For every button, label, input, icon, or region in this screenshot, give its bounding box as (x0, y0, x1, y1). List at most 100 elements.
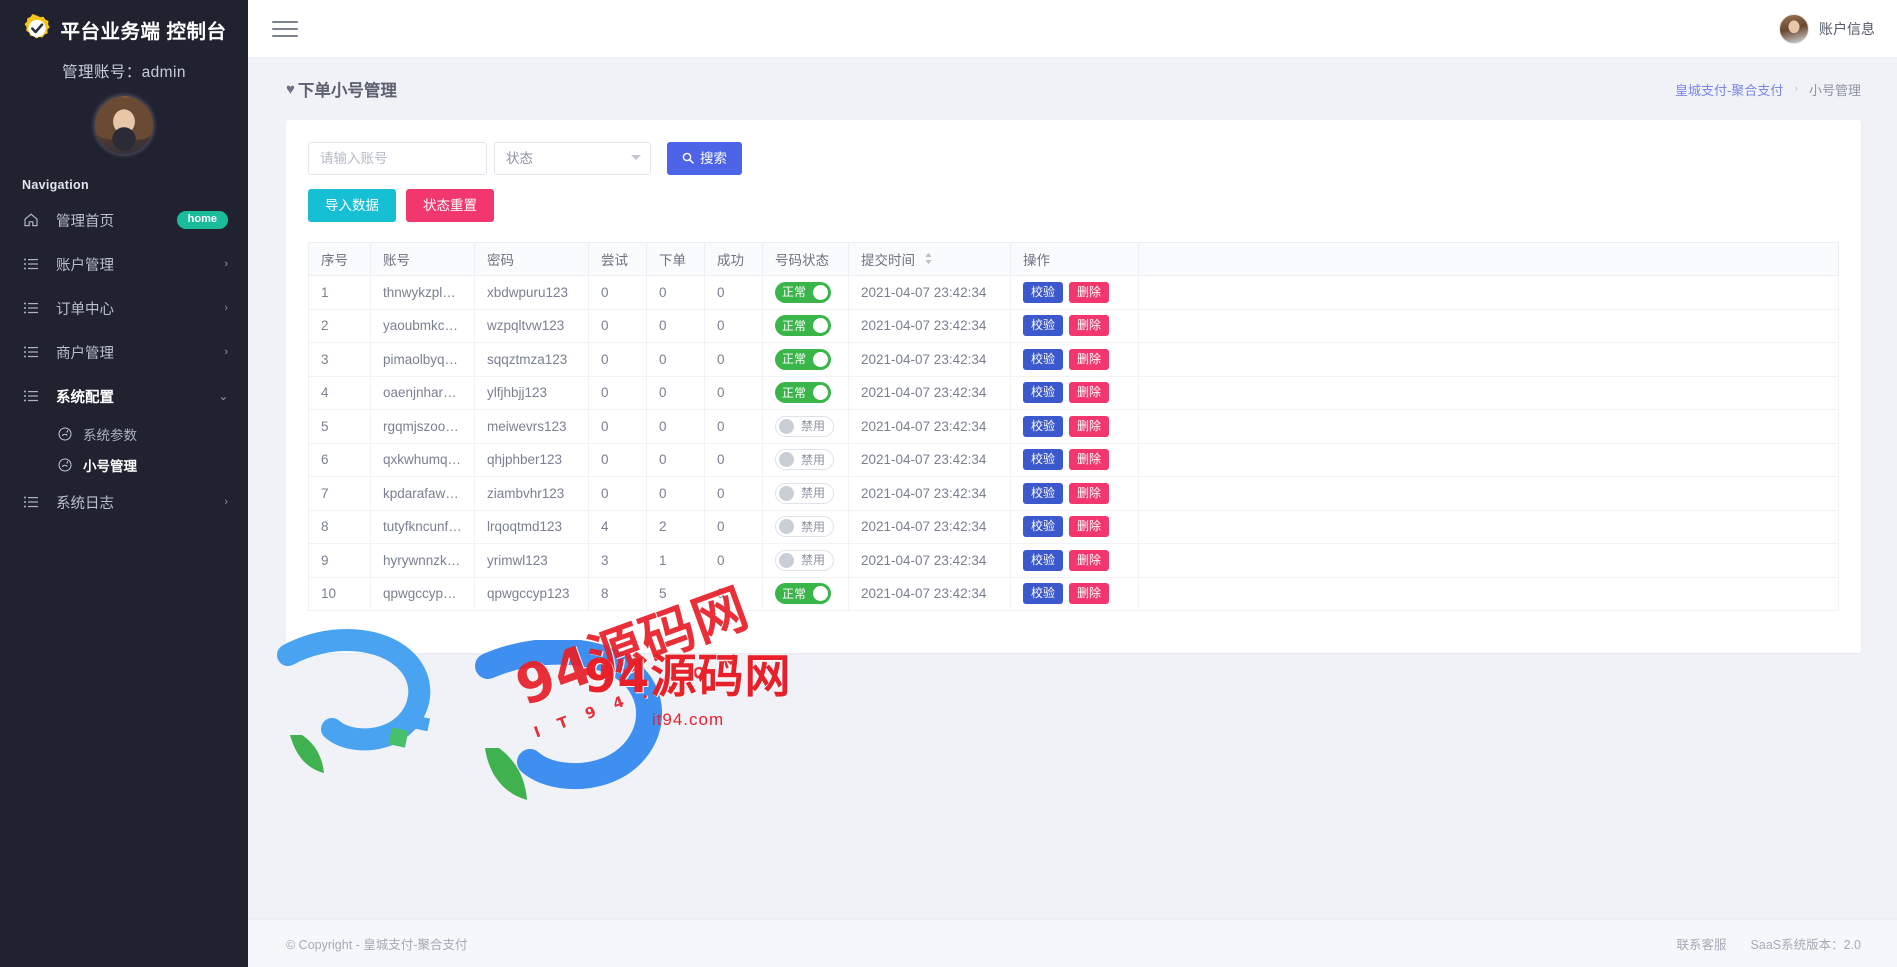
avatar[interactable] (93, 94, 155, 156)
hamburger-menu-icon[interactable] (272, 16, 298, 42)
brand[interactable]: 平台业务端 控制台 (0, 0, 248, 44)
table-head: 序号 账号 密码 尝试 下单 成功 号码状态 提交时间 操作 (308, 242, 1839, 276)
cell-order: 0 (646, 443, 705, 477)
app-root: 平台业务端 控制台 管理账号：admin Navigation 管理首页 hom… (0, 0, 1897, 967)
breadcrumb-link[interactable]: 皇城支付-聚合支付 (1675, 80, 1783, 99)
delete-button[interactable]: 删除 (1069, 281, 1110, 303)
verify-button[interactable]: 校验 (1023, 482, 1064, 504)
delete-button[interactable]: 删除 (1069, 516, 1110, 538)
cell-success: 0 (704, 510, 763, 544)
delete-button[interactable]: 删除 (1069, 415, 1110, 437)
table-row: 7 kpdarafawz… ziambvhr123 0 0 0 禁用 2021-04-07 2… (308, 476, 1839, 511)
topbar: 账户信息 (248, 0, 1897, 58)
cell-status: 正常 (762, 309, 849, 343)
status-toggle[interactable]: 正常 (775, 583, 832, 605)
status-toggle[interactable]: 正常 (775, 315, 832, 337)
footer: © Copyright - 皇城支付-聚合支付 联系客服 SaaS系统版本：2.… (248, 919, 1897, 967)
account-info-button[interactable]: 账户信息 (1779, 13, 1875, 44)
sidebar-item-system-log[interactable]: 系统日志 › (0, 480, 248, 524)
cell-account: kpdarafawz… (370, 476, 475, 511)
status-toggle[interactable]: 正常 (775, 382, 832, 404)
table-row: 10 qpwgccyp… qpwgccyp123 8 5 0 正常 2021-04-07 23… (308, 577, 1839, 611)
cell-operation: 校验 删除 (1010, 510, 1139, 544)
verify-button[interactable]: 校验 (1023, 449, 1064, 471)
sidebar-item-home[interactable]: 管理首页 home (0, 198, 248, 242)
cell-account: qpwgccyp… (370, 577, 475, 611)
search-account-input[interactable] (308, 142, 487, 175)
delete-button[interactable]: 删除 (1069, 348, 1110, 370)
cell-submit-time: 2021-04-07 23:42:34 (848, 275, 1011, 310)
verify-button[interactable]: 校验 (1023, 516, 1064, 538)
toggle-knob (779, 552, 794, 568)
delete-button[interactable]: 删除 (1069, 482, 1110, 504)
contact-support-link[interactable]: 联系客服 (1677, 934, 1727, 953)
chevron-right-icon: › (224, 302, 228, 314)
verify-button[interactable]: 校验 (1023, 315, 1064, 337)
cell-filler (1138, 409, 1839, 444)
cell-account: rgqmjszooq… (370, 409, 475, 444)
watermark-blob-right (433, 640, 733, 820)
cell-account: pimaolbyqz… (370, 342, 475, 377)
content-card: 状态 正常 禁用 搜索 导入数据 状态重置 (286, 120, 1861, 653)
sidebar-item-label: 商户管理 (56, 345, 114, 362)
page-title-text: 下单小号管理 (297, 82, 397, 100)
search-button-label: 搜索 (700, 150, 727, 166)
status-toggle[interactable]: 禁用 (775, 415, 835, 437)
status-toggle[interactable]: 正常 (775, 348, 832, 370)
sidebar-item-account-management[interactable]: 账户管理 › (0, 242, 248, 286)
status-toggle[interactable]: 正常 (775, 281, 832, 303)
sort-icon[interactable] (924, 252, 933, 268)
sidebar-subitem-system-params[interactable]: 系统参数 (0, 418, 248, 449)
col-submit-time-label: 提交时间 (861, 253, 915, 268)
verify-button[interactable]: 校验 (1023, 348, 1064, 370)
delete-button[interactable]: 删除 (1069, 549, 1110, 571)
cell-filler (1138, 342, 1839, 377)
status-toggle[interactable]: 禁用 (775, 482, 835, 504)
cell-try: 0 (588, 309, 647, 343)
sidebar-submenu-system-config: 系统参数 小号管理 (0, 418, 248, 480)
verify-button[interactable]: 校验 (1023, 549, 1064, 571)
status-toggle[interactable]: 禁用 (775, 516, 835, 538)
cell-password: meiwevrs123 (474, 409, 589, 444)
sidebar-item-order-center[interactable]: 订单中心 › (0, 286, 248, 330)
verify-button[interactable]: 校验 (1023, 281, 1064, 303)
status-toggle[interactable]: 禁用 (775, 549, 835, 571)
cell-account: oaenjnharnn… (370, 376, 475, 410)
cell-operation: 校验 删除 (1010, 275, 1139, 310)
verify-button[interactable]: 校验 (1023, 415, 1064, 437)
sidebar-avatar-wrap (0, 94, 248, 156)
sidebar-item-label: 管理首页 (56, 213, 114, 230)
cell-operation: 校验 删除 (1010, 376, 1139, 410)
delete-button[interactable]: 删除 (1069, 382, 1110, 404)
import-data-button[interactable]: 导入数据 (308, 189, 396, 222)
col-submit-time[interactable]: 提交时间 (848, 242, 1011, 276)
cell-index: 9 (308, 543, 371, 578)
delete-button[interactable]: 删除 (1069, 315, 1110, 337)
toggle-knob (813, 385, 829, 401)
col-try: 尝试 (588, 242, 647, 276)
cell-operation: 校验 删除 (1010, 309, 1139, 343)
status-select[interactable]: 状态 正常 禁用 (494, 142, 651, 175)
col-operation: 操作 (1010, 242, 1139, 276)
status-reset-button[interactable]: 状态重置 (406, 189, 494, 222)
delete-button[interactable]: 删除 (1069, 583, 1110, 605)
sidebar-item-system-config[interactable]: 系统配置 ⌄ (0, 374, 248, 418)
col-status: 号码状态 (762, 242, 849, 276)
cell-success: 0 (704, 275, 763, 310)
footer-copyright: © Copyright - 皇城支付-聚合支付 (286, 938, 468, 952)
sidebar: 平台业务端 控制台 管理账号：admin Navigation 管理首页 hom… (0, 0, 248, 967)
verify-button[interactable]: 校验 (1023, 583, 1064, 605)
status-toggle[interactable]: 禁用 (775, 449, 835, 471)
sidebar-item-merchant-management[interactable]: 商户管理 › (0, 330, 248, 374)
sidebar-item-label: 系统日志 (56, 495, 114, 512)
sidebar-subitem-sub-account-management[interactable]: 小号管理 (0, 449, 248, 480)
search-button[interactable]: 搜索 (667, 142, 742, 175)
cell-order: 1 (646, 543, 705, 578)
cell-status: 正常 (762, 342, 849, 377)
toggle-knob (813, 318, 829, 334)
sub-account-table: 序号 账号 密码 尝试 下单 成功 号码状态 提交时间 操作 1 thnwykz… (308, 242, 1839, 611)
cell-index: 5 (308, 409, 371, 444)
status-toggle-label: 正常 (782, 352, 807, 367)
delete-button[interactable]: 删除 (1069, 449, 1110, 471)
verify-button[interactable]: 校验 (1023, 382, 1064, 404)
